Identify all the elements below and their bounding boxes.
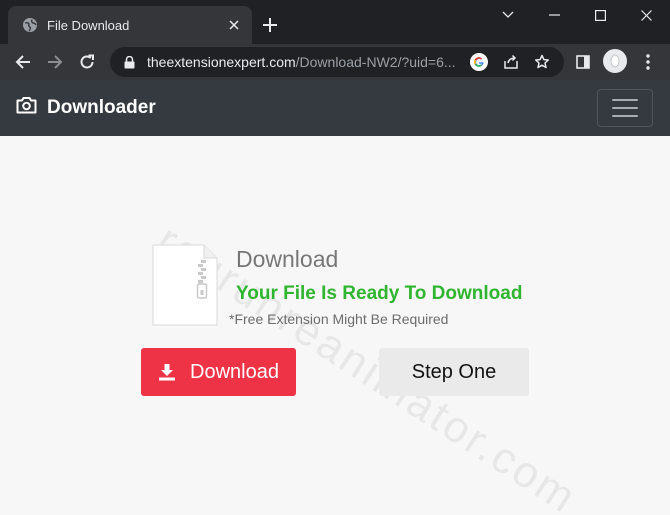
new-tab-plus-icon[interactable] — [259, 14, 281, 36]
share-icon[interactable] — [501, 52, 521, 72]
navbar-toggle-button[interactable] — [597, 89, 653, 127]
side-panel-icon[interactable] — [570, 49, 596, 75]
browser-toolbar: theextensionexpert.com/Download-NW2/?uid… — [0, 44, 670, 80]
download-button-label: Download — [190, 360, 279, 383]
globe-icon — [22, 17, 38, 33]
step-one-button[interactable]: Step One — [379, 348, 529, 396]
address-bar[interactable]: theextensionexpert.com/Download-NW2/?uid… — [110, 47, 564, 77]
browser-tabstrip: File Download — [0, 0, 670, 44]
star-bookmark-icon[interactable] — [532, 52, 552, 72]
forward-arrow-icon[interactable] — [42, 49, 68, 75]
kebab-menu-icon[interactable] — [635, 49, 661, 75]
minimize-icon[interactable] — [531, 0, 577, 30]
lock-icon[interactable] — [122, 55, 136, 69]
reload-icon[interactable] — [74, 49, 100, 75]
zip-file-icon — [152, 244, 218, 326]
maximize-icon[interactable] — [577, 0, 623, 30]
profile-avatar[interactable] — [603, 49, 627, 73]
tab-file-download[interactable]: File Download — [8, 6, 252, 44]
back-arrow-icon[interactable] — [10, 49, 36, 75]
tab-search-chevron-icon[interactable] — [485, 0, 531, 30]
hamburger-line — [612, 115, 638, 117]
google-icon[interactable] — [469, 52, 489, 72]
download-arrow-icon — [158, 363, 176, 381]
site-brand[interactable]: Downloader — [16, 96, 156, 119]
url-path: /Download-NW2/?uid=6... — [295, 54, 456, 70]
url-host: theextensionexpert.com — [147, 54, 296, 70]
step-one-button-label: Step One — [411, 360, 497, 383]
hamburger-line — [612, 99, 638, 101]
url-text[interactable]: theextensionexpert.com/Download-NW2/?uid… — [147, 54, 465, 70]
download-button[interactable]: Download — [141, 348, 296, 396]
camera-icon — [16, 96, 37, 119]
download-heading: Download — [236, 246, 339, 272]
site-navbar: Downloader — [0, 80, 670, 136]
brand-name: Downloader — [47, 96, 156, 118]
hamburger-line — [612, 107, 638, 109]
ready-message: Your File Is Ready To Download — [236, 283, 523, 304]
close-window-icon[interactable] — [623, 0, 669, 30]
tab-title: File Download — [47, 17, 130, 33]
extension-note: *Free Extension Might Be Required — [229, 311, 449, 327]
tab-close-icon[interactable] — [224, 15, 244, 35]
